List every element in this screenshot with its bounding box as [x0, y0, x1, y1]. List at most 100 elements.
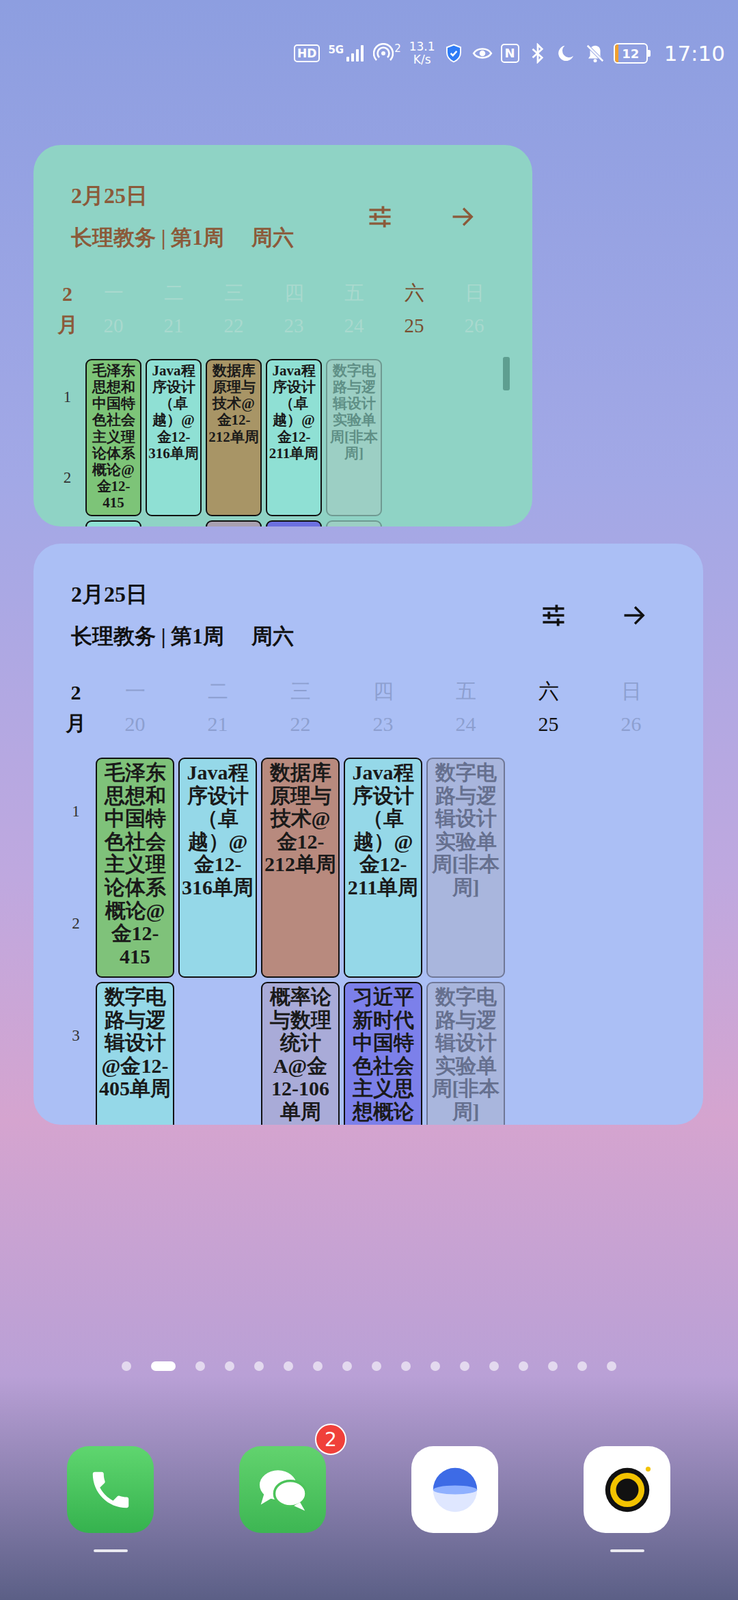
day-header[interactable]: 五24 [323, 276, 385, 342]
moon-icon [556, 43, 577, 64]
bluetooth-icon [527, 43, 549, 64]
clock: 17:10 [664, 39, 726, 67]
day-header[interactable]: 二21 [143, 276, 204, 342]
page-dot[interactable] [430, 1360, 441, 1371]
day-header[interactable]: 二21 [176, 674, 259, 741]
day-header[interactable]: 五24 [424, 674, 508, 741]
app-icon[interactable] [411, 1445, 499, 1533]
day-header[interactable]: 三22 [258, 674, 342, 741]
course-cell[interactable]: Java程序设计（卓越）@金12-211单周 [343, 757, 423, 978]
settings-sliders-icon[interactable] [366, 202, 394, 231]
day-header[interactable]: 一20 [93, 674, 177, 741]
course-cell[interactable]: Java程序设计（卓越）@金12-316单周 [178, 757, 257, 978]
running-indicator [438, 1548, 473, 1552]
signal-icon [345, 44, 365, 63]
day-header[interactable]: 四23 [263, 276, 324, 342]
course-cell[interactable]: 毛泽东思想和中国特色社会主义理论体系概论@金12-415 [85, 358, 142, 516]
page-dot[interactable] [489, 1360, 499, 1371]
page-dot[interactable] [254, 1360, 264, 1371]
nfc-indicator: N [500, 43, 520, 63]
week-header: 2月一20二21三22四23五24六25日26 [51, 276, 533, 342]
course-cell[interactable]: 数字电路与逻辑设计实验单周[非本周] [426, 981, 505, 1125]
widget-date: 2月25日 [71, 183, 294, 208]
day-header[interactable]: 日26 [444, 276, 505, 342]
course-cell[interactable]: 毛泽东思想和中国特色社会主义理论体系概论@金12-415 [95, 757, 175, 978]
day-header[interactable]: 一20 [83, 276, 144, 342]
page-dot[interactable] [342, 1360, 352, 1371]
timetable-grid: 123毛泽东思想和中国特色社会主义理论体系概论@金12-415Java程序设计（… [58, 755, 704, 1125]
page-indicator [0, 1360, 738, 1371]
arrow-right-icon[interactable] [620, 601, 648, 629]
settings-sliders-icon[interactable] [539, 601, 568, 629]
status-bar: HD 5G 2 13.1K/s N 12 17:10 [0, 0, 738, 74]
course-cell[interactable]: 数据库原理与技术@金12-212单周 [205, 358, 262, 516]
phone-icon [86, 1465, 135, 1513]
page-dot[interactable] [606, 1360, 617, 1371]
network-speed: 13.1K/s [409, 40, 436, 67]
home-screen: HD5G213.1K/sN1217:102月25日长理教务 | 第1周周六2月一… [0, 0, 738, 1599]
month-label: 2月 [65, 676, 87, 738]
course-cell[interactable] [265, 520, 322, 527]
timetable-widget[interactable]: 2月25日长理教务 | 第1周周六 2月一20二21三22四23五24六25日26… [33, 543, 704, 1125]
period-number: 2 [51, 437, 84, 518]
course-cell[interactable]: 习近平新时代中国特色社会主义思想概论 [343, 981, 423, 1125]
widget-subtitle: 长理教务 | 第1周周六 [71, 225, 294, 251]
running-indicator [265, 1548, 300, 1552]
app-icon[interactable]: 2 [239, 1445, 326, 1533]
day-header[interactable]: 三22 [203, 276, 264, 342]
page-dot[interactable] [151, 1360, 176, 1371]
browser-icon [425, 1459, 485, 1519]
page-dot[interactable] [577, 1360, 587, 1371]
page-dot[interactable] [283, 1360, 294, 1371]
app-icon[interactable] [66, 1445, 154, 1533]
messages-icon [253, 1459, 313, 1519]
day-header[interactable]: 六25 [507, 674, 590, 741]
page-dot[interactable] [401, 1360, 411, 1371]
hotspot-indicator: 2 [373, 43, 402, 64]
course-cell[interactable] [205, 520, 262, 527]
course-cell[interactable]: 数字电路与逻辑设计实验单周[非本周] [325, 358, 382, 516]
battery-indicator: 12 [613, 43, 651, 64]
week-header: 2月一20二21三22四23五24六25日26 [58, 674, 704, 741]
period-number: 3 [58, 979, 94, 1092]
course-cell[interactable] [85, 520, 142, 527]
page-dot[interactable] [371, 1360, 382, 1371]
course-cell[interactable]: Java程序设计（卓越）@金12-211单周 [265, 358, 322, 516]
course-cell[interactable]: 数据库原理与技术@金12-212单周 [261, 757, 340, 978]
bell-off-icon [584, 43, 606, 64]
course-cell[interactable]: 数字电路与逻辑设计实验单周[非本周] [426, 757, 505, 978]
month-label: 2月 [57, 278, 78, 340]
running-indicator [610, 1548, 645, 1552]
notification-badge: 2 [315, 1422, 347, 1455]
page-dot[interactable] [312, 1360, 323, 1371]
course-cell[interactable] [325, 520, 382, 527]
course-cell[interactable]: 概率论与数理统计A@金12-106单周 [261, 981, 340, 1125]
widget-date: 2月25日 [71, 581, 294, 607]
page-dot[interactable] [224, 1360, 235, 1371]
page-dot[interactable] [518, 1360, 529, 1371]
hd-indicator: HD [293, 44, 320, 63]
day-header[interactable]: 四23 [341, 674, 425, 741]
day-header[interactable]: 六25 [384, 276, 445, 342]
timetable-widget[interactable]: 2月25日长理教务 | 第1周周六 2月一20二21三22四23五24六25日26… [33, 144, 533, 527]
page-dot[interactable] [548, 1360, 558, 1371]
course-cell[interactable]: Java程序设计（卓越）@金12-316单周 [145, 358, 202, 516]
page-dot[interactable] [459, 1360, 470, 1371]
timetable-grid: 12毛泽东思想和中国特色社会主义理论体系概论@金12-415Java程序设计（卓… [51, 356, 533, 527]
shield-icon [443, 43, 464, 64]
running-indicator [93, 1548, 128, 1552]
page-dot[interactable] [195, 1360, 205, 1371]
day-header[interactable]: 日26 [589, 674, 673, 741]
period-number: 1 [51, 356, 84, 438]
widget-subtitle: 长理教务 | 第1周周六 [71, 623, 294, 649]
camera-icon [597, 1459, 657, 1519]
network-indicator: 5G [328, 44, 365, 63]
scrollbar-thumb[interactable] [502, 356, 510, 391]
app-icon[interactable] [583, 1445, 671, 1533]
page-dot[interactable] [121, 1360, 132, 1371]
arrow-right-icon[interactable] [448, 202, 477, 231]
hotspot-icon [373, 43, 394, 64]
course-cell[interactable]: 数字电路与逻辑设计@金12-405单周 [95, 981, 175, 1125]
eye-icon [472, 43, 493, 64]
period-number: 2 [58, 867, 94, 980]
